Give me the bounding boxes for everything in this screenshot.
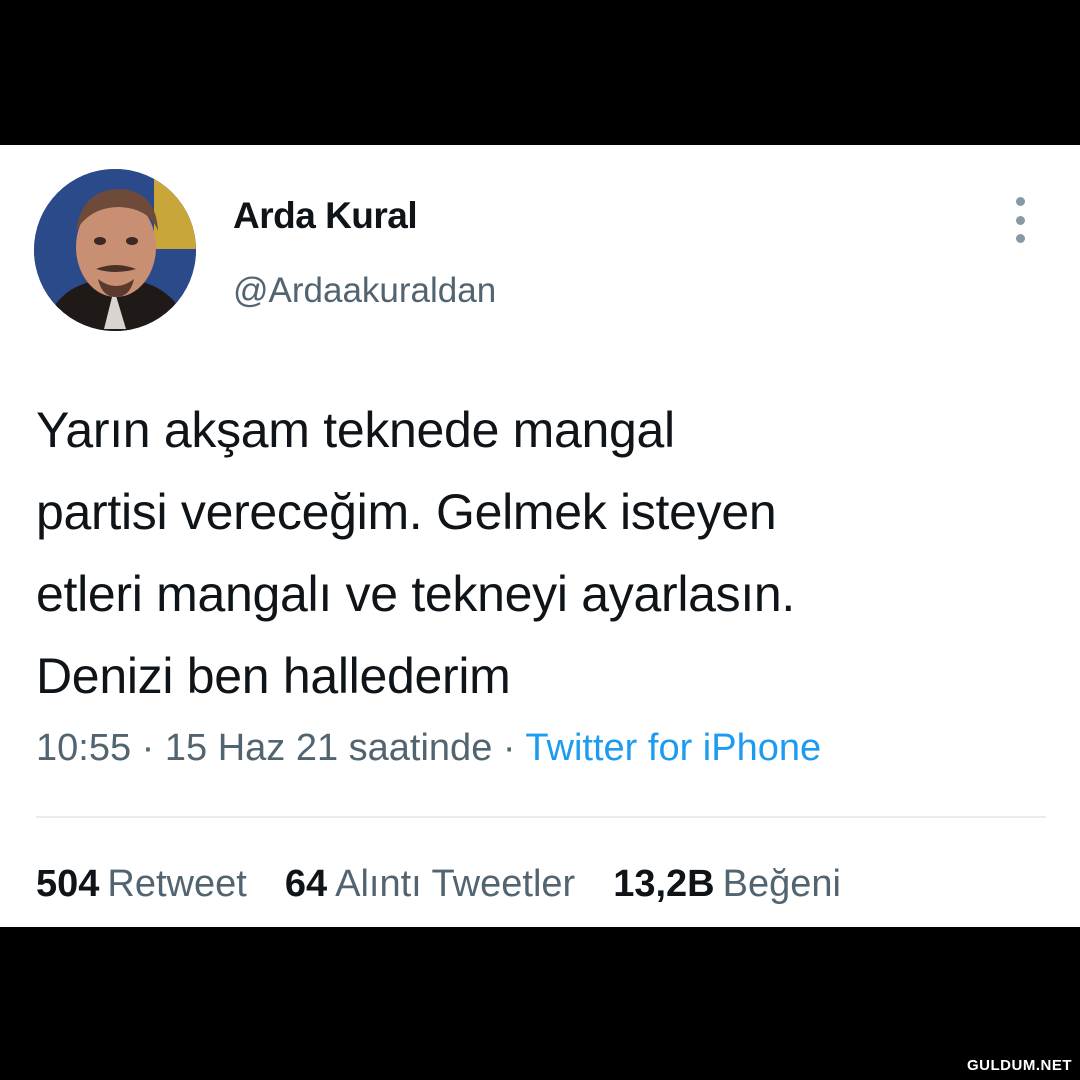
quotes-count: 64 (284, 863, 328, 905)
tweet-text: Yarın akşam teknede mangal partisi verec… (36, 389, 1046, 717)
tweet-date[interactable]: 15 Haz 21 saatinde (165, 727, 492, 769)
tweet-text-line: Denizi ben hallederim (36, 648, 511, 704)
watermark: GULDUM.NET (967, 1057, 1072, 1074)
tweet-time[interactable]: 10:55 (36, 727, 131, 769)
likes-count: 13,2B (613, 863, 715, 905)
meta-separator: · (131, 727, 165, 769)
likes-label: Beğeni (722, 863, 841, 905)
likes-stat[interactable]: 13,2B Beğeni (613, 863, 841, 906)
tweet-meta: 10:55 · 15 Haz 21 saatinde · Twitter for… (36, 727, 821, 770)
tweet-text-line: Yarın akşam teknede mangal (36, 402, 675, 458)
tweet-source-link[interactable]: Twitter for iPhone (525, 727, 821, 769)
display-name[interactable]: Arda Kural (233, 195, 418, 237)
tweet-card: Arda Kural @Ardaakuraldan Yarın akşam te… (0, 145, 1080, 927)
tweet-text-line: etleri mangalı ve tekneyi ayarlasın. (36, 566, 796, 622)
dot (1015, 234, 1025, 243)
tweet-stats: 504 Retweet 64 Alıntı Tweetler 13,2B Beğeni (36, 863, 841, 906)
meta-separator: · (492, 727, 526, 769)
retweets-stat[interactable]: 504 Retweet (36, 863, 247, 906)
user-handle[interactable]: @Ardaakuraldan (233, 271, 496, 311)
divider (36, 816, 1046, 818)
quotes-label: Alıntı Tweetler (335, 863, 576, 905)
quotes-stat[interactable]: 64 Alıntı Tweetler (285, 863, 575, 906)
dot (1015, 215, 1025, 225)
retweets-label: Retweet (107, 863, 247, 905)
avatar[interactable] (34, 169, 196, 331)
retweets-count: 504 (36, 863, 100, 905)
dot (1015, 197, 1025, 206)
tweet-text-line: partisi vereceğim. Gelmek isteyen (36, 484, 777, 540)
more-options-icon[interactable] (1000, 197, 1040, 243)
